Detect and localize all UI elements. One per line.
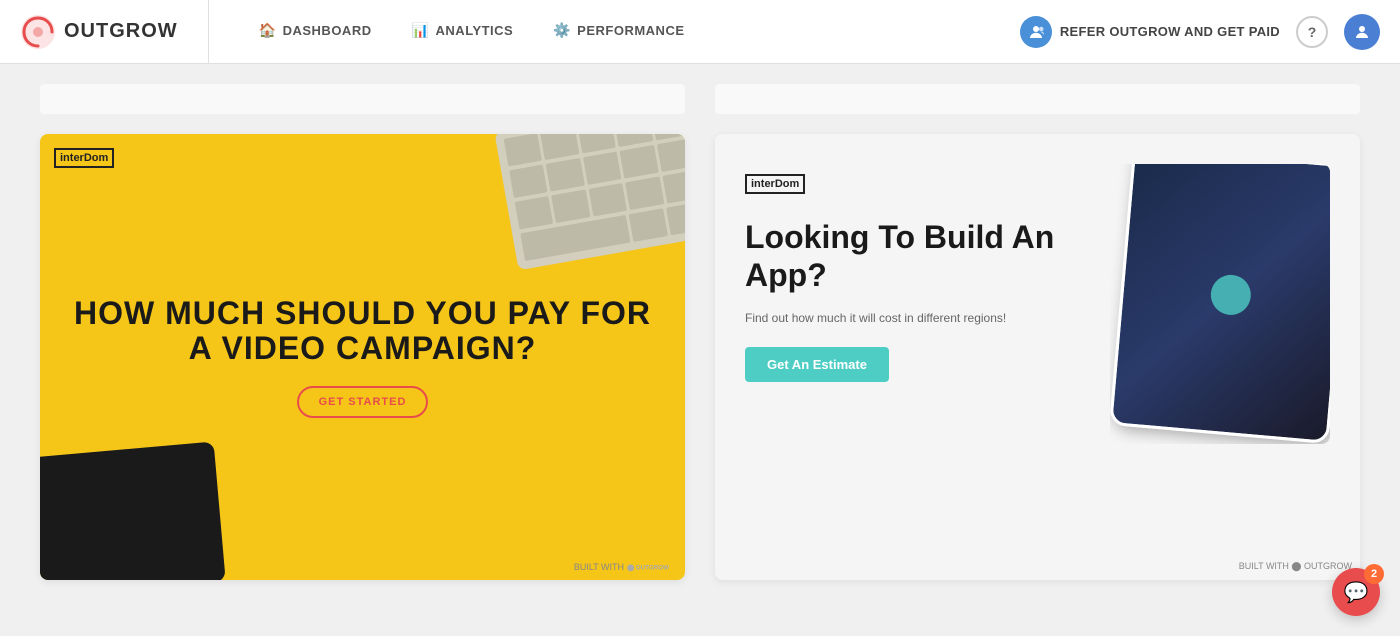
refer-button[interactable]: REFER OUTGROW AND GET PAID xyxy=(1020,16,1280,48)
svg-text:⬤ OUTGROW: ⬤ OUTGROW xyxy=(627,565,669,572)
madrid-subtext: Find out how much it will cost in differ… xyxy=(745,309,1110,327)
madrid-logo: inter Dom xyxy=(745,174,805,194)
chat-widget[interactable]: 💬 2 xyxy=(1332,568,1380,616)
refer-label: REFER OUTGROW AND GET PAID xyxy=(1060,24,1280,39)
built-with-madrid-text: BUILT WITH ⬤ OUTGROW xyxy=(1239,561,1352,572)
logo-text: OUTGROW xyxy=(64,20,178,43)
madrid-left: inter Dom Looking To Build An App? Find … xyxy=(745,164,1110,550)
greek-logo: inter Dom xyxy=(54,148,114,168)
built-with-text: BUILT WITH xyxy=(574,562,624,572)
chat-icon: 💬 xyxy=(1344,580,1369,605)
strip-right xyxy=(715,84,1360,114)
tablet-mockup xyxy=(40,442,226,580)
madrid-cta: Get An Estimate xyxy=(745,347,889,382)
greek-content: HOW MUCH SHOULD YOU PAY FOR A VIDEO CAMP… xyxy=(40,276,685,438)
nav-dashboard[interactable]: 🏠 DASHBOARD xyxy=(239,0,392,64)
built-with-madrid: BUILT WITH ⬤ OUTGROW xyxy=(1239,561,1352,572)
card-madrid-preview: inter Dom Looking To Build An App? Find … xyxy=(715,134,1360,580)
home-icon: 🏠 xyxy=(259,22,277,39)
built-with-greek: BUILT WITH ⬤ OUTGROW xyxy=(574,562,677,572)
card-greek: inter Dom HOW MUCH SHOULD YOU PAY xyxy=(40,134,685,580)
nav-performance-label: PERFORMANCE xyxy=(577,23,684,38)
greek-logo-dom: Dom xyxy=(84,152,108,164)
help-label: ? xyxy=(1308,24,1317,40)
performance-icon: ⚙️ xyxy=(553,22,571,39)
main-content: inter Dom HOW MUCH SHOULD YOU PAY xyxy=(0,64,1400,636)
outgrow-logo-icon xyxy=(20,14,56,50)
header-right: REFER OUTGROW AND GET PAID ? xyxy=(1020,14,1380,50)
header: OUTGROW 🏠 DASHBOARD 📊 ANALYTICS ⚙️ PERFO… xyxy=(0,0,1400,64)
keyboard-mockup xyxy=(494,134,685,270)
analytics-icon: 📊 xyxy=(412,22,430,39)
refer-icon xyxy=(1020,16,1052,48)
user-avatar[interactable] xyxy=(1344,14,1380,50)
nav-analytics[interactable]: 📊 ANALYTICS xyxy=(392,0,534,64)
phone-dot xyxy=(1209,273,1252,316)
madrid-phone-area xyxy=(1110,164,1330,444)
logo-area: OUTGROW xyxy=(20,0,209,63)
nav-dashboard-label: DASHBOARD xyxy=(283,23,372,38)
nav-performance[interactable]: ⚙️ PERFORMANCE xyxy=(533,0,704,64)
card-madrid: inter Dom Looking To Build An App? Find … xyxy=(715,134,1360,580)
chat-badge: 2 xyxy=(1364,564,1384,584)
help-button[interactable]: ? xyxy=(1296,16,1328,48)
greek-logo-inter: inter xyxy=(60,152,84,164)
outgrow-watermark: ⬤ OUTGROW xyxy=(627,562,677,572)
phone-mockup xyxy=(1110,164,1330,444)
top-strip xyxy=(40,84,1360,114)
madrid-headline: Looking To Build An App? xyxy=(745,218,1110,295)
card-greek-preview: inter Dom HOW MUCH SHOULD YOU PAY xyxy=(40,134,685,580)
nav-analytics-label: ANALYTICS xyxy=(436,23,514,38)
greek-cta-button: GET STARTED xyxy=(297,386,429,418)
cards-row: inter Dom HOW MUCH SHOULD YOU PAY xyxy=(40,134,1360,580)
madrid-logo-dom: Dom xyxy=(775,178,799,190)
main-nav: 🏠 DASHBOARD 📊 ANALYTICS ⚙️ PERFORMANCE xyxy=(239,0,1020,64)
madrid-logo-inter: inter xyxy=(751,178,775,190)
greek-headline: HOW MUCH SHOULD YOU PAY FOR A VIDEO CAMP… xyxy=(60,296,665,366)
strip-left xyxy=(40,84,685,114)
